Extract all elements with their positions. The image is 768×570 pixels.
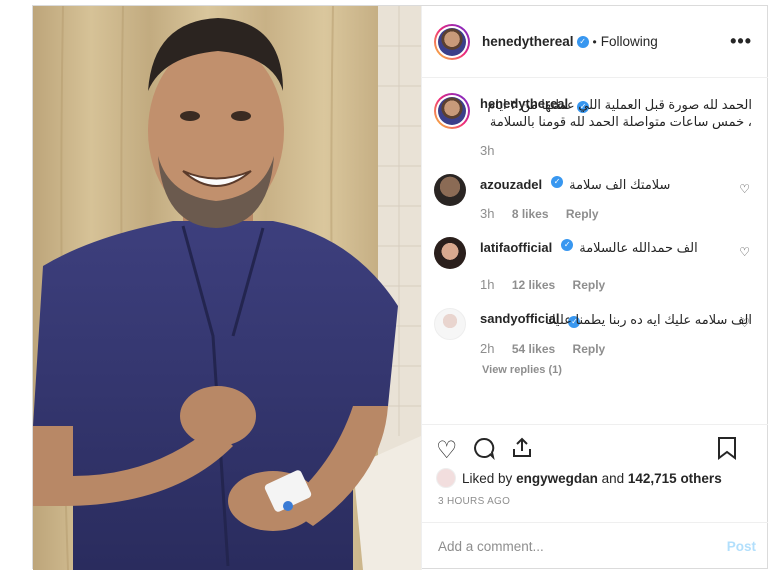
bookmark-icon[interactable] <box>716 436 738 465</box>
photo-illustration <box>33 6 421 570</box>
caption: henedythereal ✓ الحمد لله صورة قبل العملي… <box>434 93 752 160</box>
verified-badge-icon: ✓ <box>561 239 574 251</box>
comment-item: latifaofficial ✓ الف حمدالله عالسلامة 1h … <box>434 237 752 294</box>
comment-meta: 1h 12 likes Reply <box>480 276 752 294</box>
comment-likes[interactable]: 54 likes <box>512 342 555 356</box>
verified-badge-icon: ✓ <box>576 35 589 48</box>
caption-text: الحمد لله صورة قبل العملية اللي عملتها م… <box>487 97 752 129</box>
post-side-panel: henedythereal ✓ • Following ••• henedyth… <box>421 6 768 570</box>
comment-likes[interactable]: 8 likes <box>512 207 549 221</box>
comment-text: سلامتك الف سلامة <box>569 177 671 192</box>
comment-icon[interactable] <box>472 436 496 465</box>
comment-item: sandyofficial ✓ الف سلامه عليك ايه ده ربن… <box>434 308 752 358</box>
comment-time[interactable]: 3h <box>480 206 494 221</box>
author-username[interactable]: henedythereal <box>482 34 574 49</box>
heart-icon[interactable]: ♡ <box>436 438 458 463</box>
likes-count[interactable]: 142,715 others <box>628 471 722 486</box>
comment-time[interactable]: 2h <box>480 341 494 356</box>
comment-likes[interactable]: 12 likes <box>512 278 555 292</box>
post-header: henedythereal ✓ • Following ••• <box>422 6 768 78</box>
comment-username[interactable]: latifaofficial <box>480 239 552 256</box>
author-info: henedythereal ✓ • Following <box>482 34 658 49</box>
instagram-post: henedythereal ✓ • Following ••• henedyth… <box>32 5 768 570</box>
add-comment-bar: Post <box>422 522 768 570</box>
comment-body: latifaofficial ✓ الف حمدالله عالسلامة 1h … <box>480 237 752 294</box>
comment-body: sandyofficial ✓ الف سلامه عليك ايه ده ربن… <box>480 308 752 358</box>
comment-like-heart-icon[interactable]: ♡ <box>739 316 750 330</box>
comment-meta: 3h 8 likes Reply <box>480 205 752 223</box>
comment-like-heart-icon[interactable]: ♡ <box>739 182 750 196</box>
comment-body: azouzadel ✓ سلامتك الف سلامة 3h 8 likes R… <box>480 174 752 223</box>
comment-item: azouzadel ✓ سلامتك الف سلامة 3h 8 likes R… <box>434 174 752 223</box>
commenter-avatar[interactable] <box>434 308 466 340</box>
reply-button[interactable]: Reply <box>573 342 606 356</box>
following-button[interactable]: Following <box>601 34 658 49</box>
more-options-icon[interactable]: ••• <box>730 31 752 52</box>
post-comment-button[interactable]: Post <box>727 539 756 554</box>
verified-badge-icon: ✓ <box>551 176 564 188</box>
comment-like-heart-icon[interactable]: ♡ <box>739 245 750 259</box>
commenter-avatar[interactable] <box>434 174 466 206</box>
liked-by-connector: and <box>601 470 625 486</box>
reply-button[interactable]: Reply <box>566 207 599 221</box>
likes-summary: Liked by engywegdan and 142,715 others <box>436 468 752 488</box>
action-bar: ♡ <box>422 424 768 468</box>
comments-list[interactable]: henedythereal ✓ الحمد لله صورة قبل العملي… <box>422 79 768 424</box>
commenter-avatar[interactable] <box>434 237 466 269</box>
liker-username[interactable]: engywegdan <box>516 471 598 486</box>
comment-input[interactable] <box>438 539 727 554</box>
comment-text: الف حمدالله عالسلامة <box>579 240 698 255</box>
liker-avatar[interactable] <box>436 468 456 488</box>
caption-time[interactable]: 3h <box>480 143 494 158</box>
author-avatar[interactable] <box>434 23 470 60</box>
post-timestamp[interactable]: 3 HOURS AGO <box>438 496 510 507</box>
comment-time[interactable]: 1h <box>480 277 494 292</box>
comment-username[interactable]: azouzadel <box>480 176 542 193</box>
view-replies-link[interactable]: View replies (1) <box>482 364 752 376</box>
comment-meta: 2h 54 likes Reply <box>480 340 752 358</box>
caption-avatar[interactable] <box>434 93 470 129</box>
header-separator: • <box>592 34 597 49</box>
post-photo[interactable] <box>33 6 421 570</box>
caption-body: henedythereal ✓ الحمد لله صورة قبل العملي… <box>480 93 752 160</box>
reply-button[interactable]: Reply <box>573 278 606 292</box>
share-icon[interactable] <box>510 436 534 465</box>
liked-by-prefix: Liked by <box>462 470 513 486</box>
caption-meta: 3h <box>480 142 752 160</box>
